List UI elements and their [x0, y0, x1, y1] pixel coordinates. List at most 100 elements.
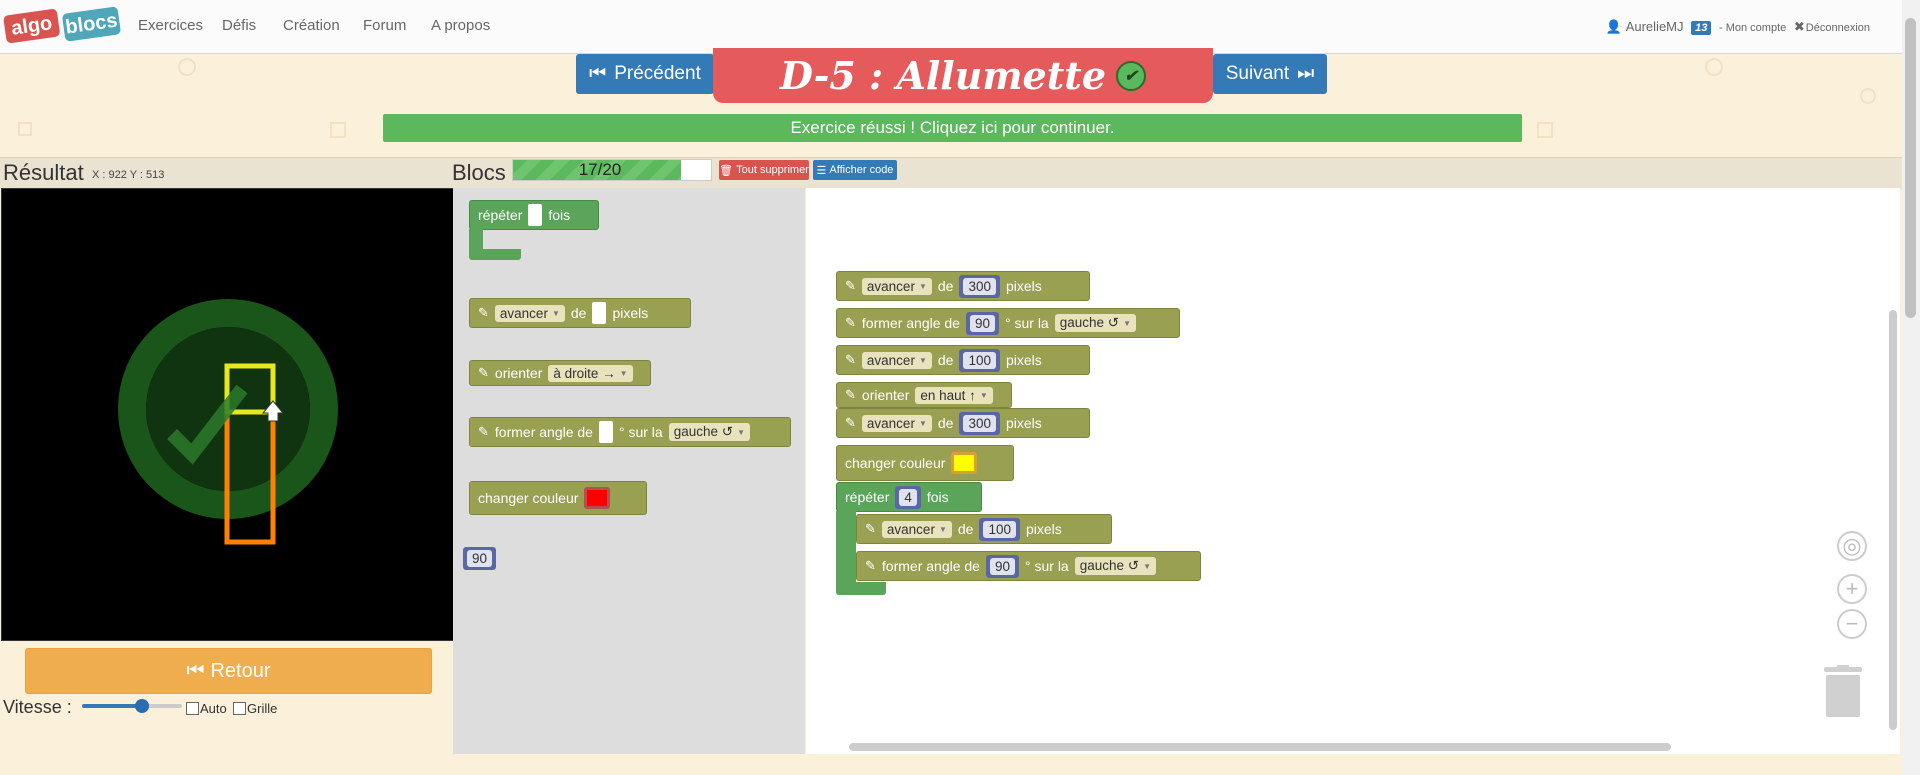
repeat-count[interactable]: 4 [899, 488, 917, 506]
trash-can-icon[interactable] [1822, 665, 1864, 719]
pencil-icon: ✎ [845, 278, 856, 293]
delete-all-label: Tout supprimer [736, 164, 809, 176]
toolbox-advance-block[interactable]: ✎ avancer ▼ de pixels [469, 298, 691, 328]
program-advance-block[interactable]: ✎ avancer ▼ de 100 pixels [856, 514, 1112, 544]
number-input-block[interactable]: 90 [965, 311, 999, 335]
turn-direction-dropdown[interactable]: gauche ↺ ▼ [1054, 314, 1137, 332]
orient-dropdown-value: en haut ↑ [920, 387, 976, 403]
grid-checkbox-box[interactable] [233, 702, 246, 715]
toolbox-color-block[interactable]: changer couleur [469, 481, 647, 515]
toolbox-number-block[interactable]: 90 [463, 547, 497, 570]
page-scrollbar-thumb[interactable] [1905, 18, 1916, 318]
algobocs-logo[interactable]: algo blocs [2, 4, 124, 50]
dropdown-arrow-icon: ▼ [1143, 561, 1152, 571]
number-slot[interactable] [592, 302, 607, 324]
decor-circle [1860, 88, 1876, 104]
show-code-label: Afficher code [829, 164, 894, 176]
advance-unit: pixels [1025, 521, 1062, 537]
nav-link-defis[interactable]: Défis [222, 17, 256, 34]
drawing-canvas[interactable] [1, 188, 455, 641]
next-label: Suivant [1225, 63, 1290, 84]
dropdown-arrow-icon: ▼ [979, 390, 988, 400]
blocks-title: Blocs [452, 160, 506, 185]
program-turn-block[interactable]: ✎ former angle de 90 ° sur la gauche ↺ ▼ [856, 551, 1201, 581]
distance-value[interactable]: 100 [963, 351, 996, 369]
advance-dropdown[interactable]: avancer ▼ [881, 520, 952, 538]
program-advance-block[interactable]: ✎ avancer ▼ de 300 pixels [836, 408, 1090, 438]
zoom-out-icon[interactable]: − [1837, 609, 1867, 639]
number-slot[interactable] [528, 204, 543, 226]
previous-button[interactable]: ⏮ Précédent [576, 54, 714, 94]
pencil-icon: ✎ [478, 365, 489, 380]
number-input-block[interactable]: 300 [959, 274, 1000, 298]
color-picker-yellow[interactable] [951, 452, 978, 474]
repeat-block-header[interactable]: répéter 4 fois [836, 482, 982, 512]
toolbox-turn-block[interactable]: ✎ former angle de ° sur la gauche ↺ ▼ [469, 417, 791, 447]
advance-dropdown-value: avancer [866, 415, 915, 431]
number-input-block[interactable]: 4 [895, 485, 921, 509]
program-advance-block[interactable]: ✎ avancer ▼ de 300 pixels [836, 271, 1090, 301]
nav-link-exercices[interactable]: Exercices [138, 17, 203, 34]
cursor-coordinates: X : 922 Y : 513 [92, 169, 165, 181]
logout-link[interactable]: Déconnexion [1806, 22, 1870, 34]
advance-dropdown[interactable]: avancer ▼ [494, 304, 565, 322]
success-message-bar[interactable]: Exercice réussi ! Cliquez ici pour conti… [383, 114, 1522, 142]
program-advance-block[interactable]: ✎ avancer ▼ de 100 pixels [836, 345, 1090, 375]
grid-checkbox[interactable]: Grille [233, 701, 277, 716]
step-forward-icon: ⏭ [1297, 63, 1315, 84]
program-repeat-block[interactable]: répéter 4 fois ✎ avancer ▼ de 100 pixels … [836, 482, 1201, 598]
orient-dropdown[interactable]: à droite → ▼ [548, 364, 633, 382]
recenter-icon[interactable]: ◎ [1837, 531, 1867, 561]
blocks-toolbox: répéter fois ✎ avancer ▼ de pixels ✎ orie… [453, 188, 805, 754]
advance-de: de [957, 521, 974, 537]
toolbox-repeat-block[interactable]: répéter fois [469, 200, 599, 260]
number-input-block[interactable]: 90 [985, 554, 1019, 578]
dropdown-arrow-icon: ▼ [938, 524, 947, 534]
show-code-button[interactable]: ☰ Afficher code [813, 160, 897, 180]
advance-dropdown[interactable]: avancer ▼ [861, 277, 932, 295]
distance-value[interactable]: 300 [963, 414, 996, 432]
number-input-block[interactable]: 100 [979, 517, 1020, 541]
zoom-in-icon[interactable]: + [1837, 574, 1867, 604]
orient-dropdown[interactable]: en haut ↑ ▼ [915, 386, 993, 404]
username[interactable]: AurelieMJ [1626, 19, 1684, 34]
blockly-workspace[interactable]: ✎ avancer ▼ de 300 pixels ✎ former angle … [806, 188, 1900, 754]
distance-value[interactable]: 100 [983, 520, 1016, 538]
nav-link-forum[interactable]: Forum [363, 17, 406, 34]
next-button[interactable]: Suivant ⏭ [1213, 54, 1327, 94]
toolbox-orient-block[interactable]: ✎ orienter à droite → ▼ [469, 360, 651, 386]
program-color-block[interactable]: changer couleur [836, 445, 1014, 481]
repeat-block-header[interactable]: répéter fois [469, 200, 599, 230]
workspace-horizontal-scrollbar[interactable] [849, 743, 1671, 751]
program-turn-block[interactable]: ✎ former angle de 90 ° sur la gauche ↺ ▼ [836, 308, 1180, 338]
number-input-block[interactable]: 300 [959, 411, 1000, 435]
auto-checkbox[interactable]: Auto [186, 701, 227, 716]
distance-value[interactable]: 300 [963, 277, 996, 295]
workspace-vertical-scrollbar[interactable] [1889, 310, 1897, 730]
turn-direction-dropdown[interactable]: gauche ↺ ▼ [668, 423, 750, 441]
turn-direction-dropdown[interactable]: gauche ↺ ▼ [1074, 557, 1157, 575]
speed-slider[interactable] [82, 698, 182, 714]
auto-checkbox-box[interactable] [186, 702, 199, 715]
delete-all-button[interactable]: 🗑 Tout supprimer [719, 160, 809, 180]
repeat-block-side [469, 229, 483, 249]
number-slot[interactable] [598, 421, 613, 443]
program-orient-block[interactable]: ✎ orienter en haut ↑ ▼ [836, 382, 1012, 408]
number-input-block[interactable]: 100 [959, 348, 1000, 372]
advance-dropdown[interactable]: avancer ▼ [861, 414, 932, 432]
nav-link-creation[interactable]: Création [283, 17, 340, 34]
angle-value[interactable]: 90 [989, 557, 1015, 575]
number-value[interactable]: 90 [467, 550, 493, 567]
advance-de: de [937, 352, 954, 368]
dropdown-arrow-icon: ▼ [1123, 318, 1132, 328]
color-picker-red[interactable] [584, 487, 611, 509]
nav-link-apropos[interactable]: A propos [431, 17, 490, 34]
retour-button[interactable]: ⏮ Retour [25, 648, 432, 694]
account-link[interactable]: - Mon compte [1719, 22, 1786, 34]
decor-square [18, 122, 32, 136]
dropdown-arrow-icon: ▼ [737, 427, 745, 437]
advance-dropdown[interactable]: avancer ▼ [861, 351, 932, 369]
angle-value[interactable]: 90 [969, 314, 995, 332]
dropdown-arrow-icon: ▼ [918, 355, 927, 365]
decor-square [330, 122, 346, 138]
